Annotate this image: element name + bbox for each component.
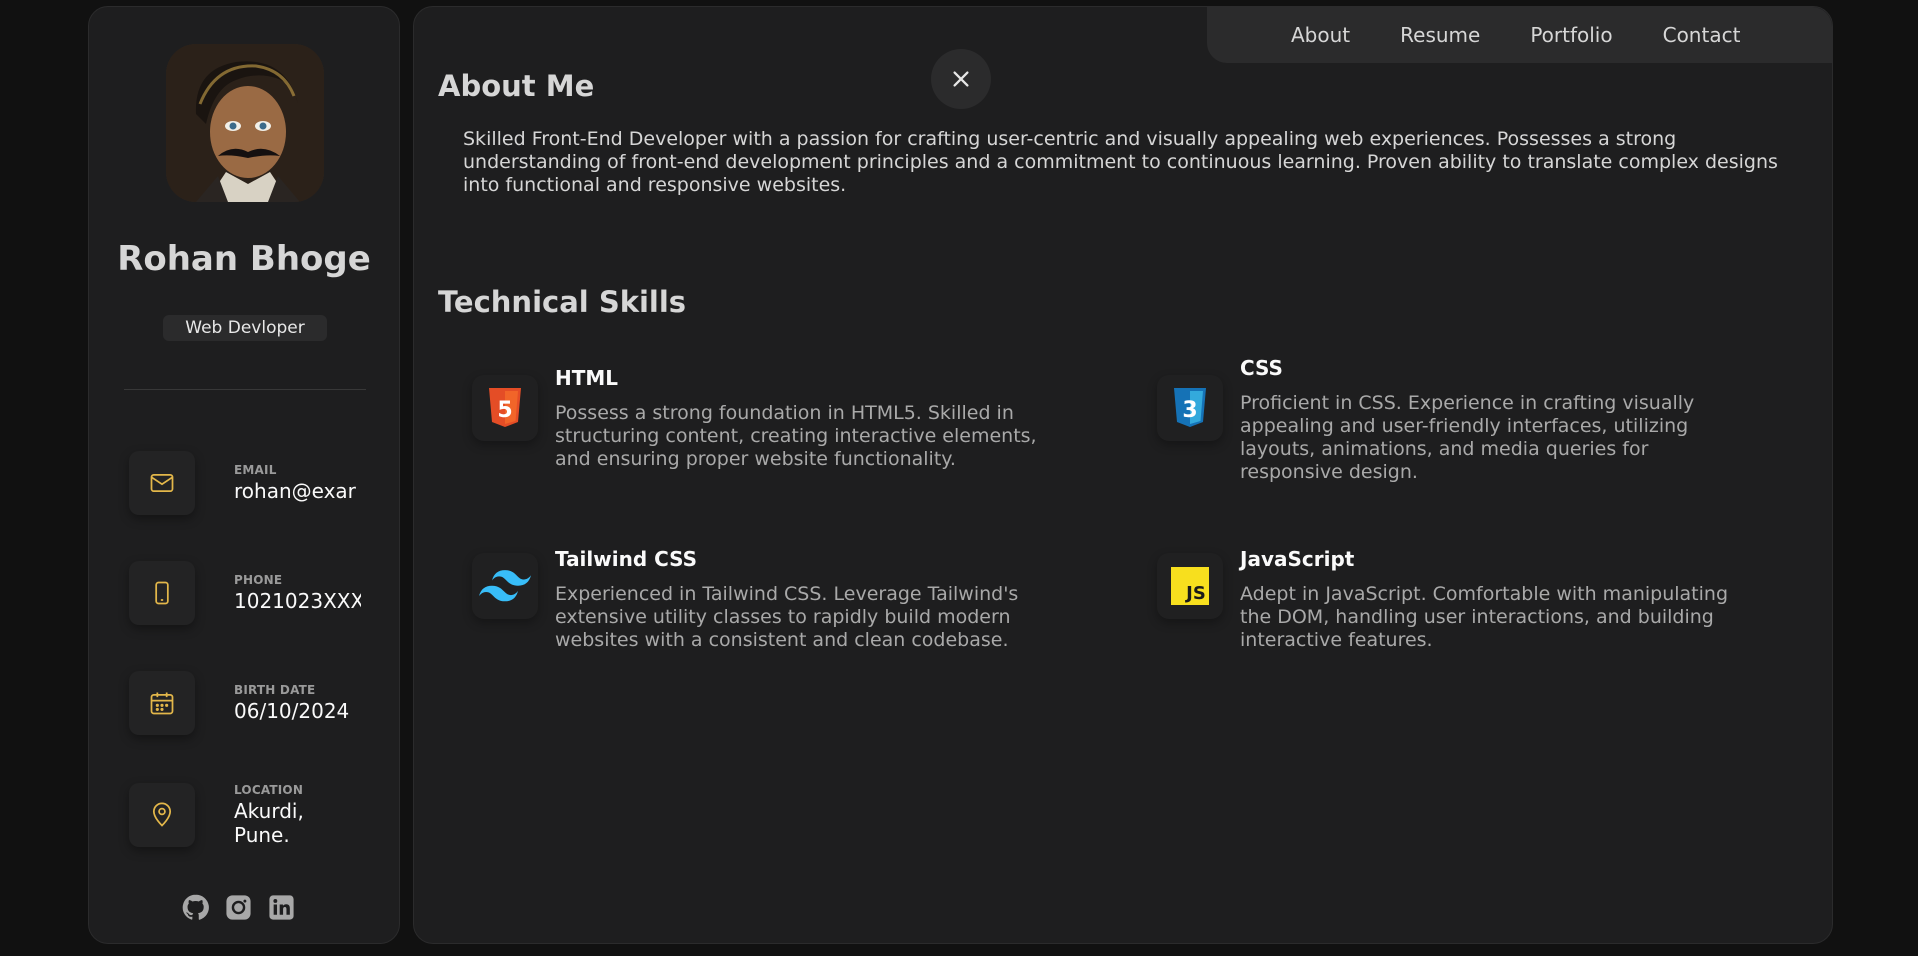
skill-title: CSS xyxy=(1240,356,1283,380)
contact-item-location: LOCATION Akurdi, Pune. xyxy=(129,773,401,853)
profile-name: Rohan Bhoge xyxy=(117,239,371,279)
mail-icon xyxy=(129,451,195,515)
nav-link-about[interactable]: About xyxy=(1291,23,1350,47)
top-navbar: About Resume Portfolio Contact xyxy=(1207,7,1832,63)
instagram-icon[interactable] xyxy=(224,893,253,922)
main-content: About Resume Portfolio Contact About Me … xyxy=(413,6,1833,944)
html5-icon: 5 xyxy=(472,375,538,441)
javascript-icon: JS xyxy=(1157,553,1223,619)
contact-label: EMAIL xyxy=(234,463,277,477)
email-link[interactable]: rohan@exar xyxy=(234,479,361,503)
phone-link[interactable]: 1021023XXXX xyxy=(234,589,361,613)
avatar xyxy=(166,44,324,202)
contact-label: BIRTH DATE xyxy=(234,683,316,697)
phone-icon xyxy=(129,561,195,625)
skill-description: Possess a strong foundation in HTML5. Sk… xyxy=(555,402,1037,470)
close-button[interactable] xyxy=(931,49,991,109)
about-text: Skilled Front-End Developer with a passi… xyxy=(463,128,1778,196)
skill-description: Proficient in CSS. Experience in craftin… xyxy=(1240,392,1695,483)
github-icon[interactable] xyxy=(181,893,210,922)
css3-icon: 3 xyxy=(1157,375,1223,441)
about-heading: About Me xyxy=(438,69,595,103)
contact-item-phone: PHONE 1021023XXXX xyxy=(129,555,401,635)
social-links xyxy=(181,893,296,922)
nav-link-resume[interactable]: Resume xyxy=(1400,23,1480,47)
location-pin-icon xyxy=(129,783,195,847)
nav-link-portfolio[interactable]: Portfolio xyxy=(1530,23,1612,47)
profile-sidebar: Rohan Bhoge Web Devloper EMAIL rohan@exa… xyxy=(88,6,400,944)
sidebar-divider xyxy=(124,389,366,390)
contact-label: PHONE xyxy=(234,573,283,587)
skill-title: HTML xyxy=(555,366,619,390)
svg-text:5: 5 xyxy=(497,398,512,423)
profile-title-badge: Web Devloper xyxy=(163,315,327,341)
skills-heading: Technical Skills xyxy=(438,285,687,319)
contact-label: LOCATION xyxy=(234,783,304,797)
contact-item-birthdate: BIRTH DATE 06/10/2024 xyxy=(129,665,401,745)
calendar-icon xyxy=(129,671,195,735)
javascript-icon-text: JS xyxy=(1184,583,1206,604)
linkedin-icon[interactable] xyxy=(267,893,296,922)
skill-title: Tailwind CSS xyxy=(555,547,698,571)
tailwind-icon xyxy=(472,553,538,619)
contact-item-email: EMAIL rohan@exar xyxy=(129,445,401,525)
birth-date-value: 06/10/2024 xyxy=(234,699,350,723)
close-icon xyxy=(953,71,969,87)
skill-title: JavaScript xyxy=(1240,547,1355,571)
location-value: Akurdi, Pune. xyxy=(234,799,304,847)
skill-description: Experienced in Tailwind CSS. Leverage Ta… xyxy=(555,583,1019,651)
svg-text:3: 3 xyxy=(1182,398,1197,423)
nav-link-contact[interactable]: Contact xyxy=(1663,23,1741,47)
skill-description: Adept in JavaScript. Comfortable with ma… xyxy=(1240,583,1729,651)
